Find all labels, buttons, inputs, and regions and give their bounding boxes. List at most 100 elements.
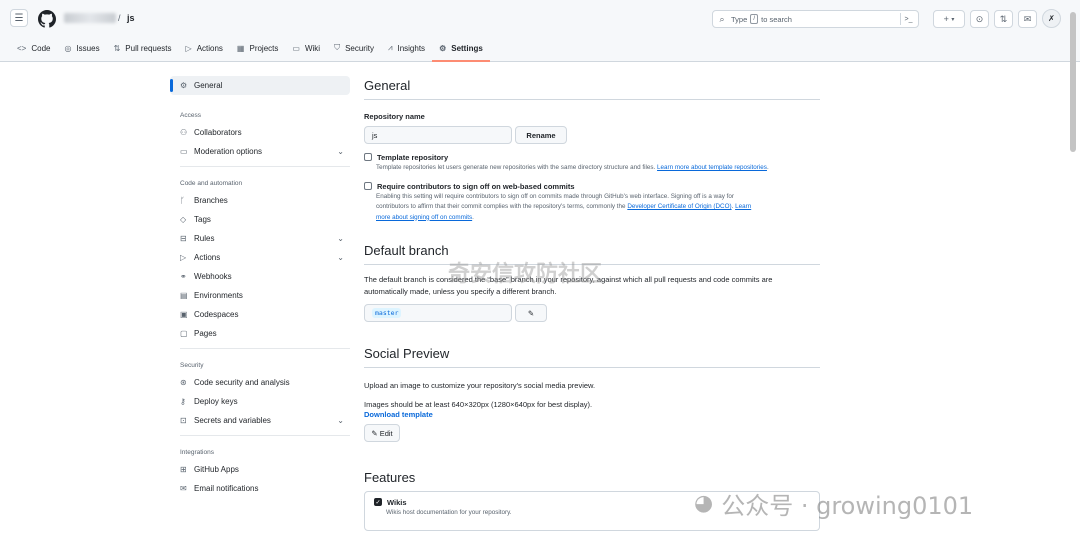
sidebar-item-github-apps[interactable]: ⊞ GitHub Apps [170,460,350,479]
settings-sidebar: ⚙ General Access ⚇ Collaborators ▭ Moder… [170,76,350,498]
tab-wiki[interactable]: ▭ Wiki [285,36,327,60]
sidebar-item-label: Pages [194,329,217,338]
sidebar-item-deploy-keys[interactable]: ⚷ Deploy keys [170,392,350,411]
browser-icon: ▢ [180,329,188,338]
sidebar-section-access: Access [180,112,201,119]
tab-security[interactable]: ⛉ Security [327,36,381,60]
sidebar-item-codespaces[interactable]: ▣ Codespaces [170,305,350,324]
sidebar-divider [180,348,350,349]
webhook-icon: ⚭ [180,272,187,281]
sidebar-item-email-notifications[interactable]: ✉ Email notifications [170,479,350,498]
sidebar-item-actions[interactable]: ▷ Actions ⌄ [170,248,350,267]
repo-name-input[interactable]: js [364,126,512,144]
tab-settings[interactable]: ⚙ Settings [432,36,490,62]
tab-projects[interactable]: ▦ Projects [230,36,285,60]
code-icon: <> [17,43,27,53]
branch-name: master [372,308,402,318]
sidebar-item-label: Environments [194,291,243,300]
sidebar-item-label: Deploy keys [194,397,238,406]
gear-icon: ⚙ [439,43,447,53]
sidebar-item-rules[interactable]: ⊟ Rules ⌄ [170,229,350,248]
wikis-title: Wikis [387,498,407,507]
sidebar-item-label: Actions [194,253,221,262]
sidebar-item-environments[interactable]: ▤ Environments [170,286,350,305]
sidebar-item-moderation[interactable]: ▭ Moderation options ⌄ [170,142,350,161]
general-heading: General [364,78,820,100]
tab-issues[interactable]: ◎ Issues [57,36,106,60]
chevron-down-icon: ⌄ [337,234,344,243]
asterisk-icon: ⊡ [180,416,187,425]
sidebar-item-branches[interactable]: ᚴ Branches [170,191,350,210]
tab-label: Code [31,43,51,53]
chevron-down-icon: ▾ [951,16,955,23]
wikis-checkbox[interactable]: ✓ [374,498,382,506]
social-preview-size-note: Images should be at least 640×320px (128… [364,399,593,409]
chevron-down-icon: ⌄ [337,416,344,425]
sidebar-item-webhooks[interactable]: ⚭ Webhooks [170,267,350,286]
command-palette-icon[interactable]: >_ [900,13,916,25]
watermark-center: 奇安信攻防社区 [448,262,603,287]
create-new-button[interactable]: + ▾ [933,10,965,28]
inbox-icon[interactable]: ✉ [1018,10,1037,28]
menu-icon[interactable]: ☰ [10,9,28,27]
signoff-checkbox[interactable] [364,181,372,190]
wechat-icon: ◕ [694,491,714,516]
signoff-desc-2: contributors to affirm that their commit… [376,203,626,210]
github-logo-icon[interactable] [38,10,56,28]
tab-label: Insights [397,43,426,53]
tab-label: Settings [451,43,483,53]
sidebar-item-label: Collaborators [194,128,242,137]
repo-tabs: <> Code ◎ Issues ⇅ Pull requests ▷ Actions ▦ Proj… [0,36,1080,62]
scrollbar[interactable] [1070,12,1076,152]
tab-pull-requests[interactable]: ⇅ Pull requests [107,36,179,60]
plus-icon: + [943,14,949,24]
pencil-icon: ✎ [371,428,378,438]
tab-label: Security [345,43,374,53]
template-repo-desc: Template repositories let users generate… [376,164,656,171]
top-header: ☰ / js ⌕ Type / to search >_ + ▾ ⊙ ⇅ ✉ ✗… [0,0,1080,62]
search-icon: ⌕ [719,13,725,24]
gear-icon: ⚙ [180,81,188,90]
tab-actions[interactable]: ▷ Actions [179,36,230,60]
sidebar-item-code-security[interactable]: ⊛ Code security and analysis [170,373,350,392]
sidebar-item-label: General [194,81,223,90]
search-input[interactable]: ⌕ Type / to search >_ [712,10,919,28]
key-icon: ⚷ [180,397,186,406]
pull-request-icon: ⇅ [113,43,121,53]
search-placeholder-suffix: to search [761,14,792,24]
tab-code[interactable]: <> Code [10,36,57,60]
shield-icon: ⛉ [334,43,341,52]
rename-button[interactable]: Rename [515,126,567,144]
social-preview-edit-button[interactable]: ✎ Edit [364,424,400,442]
signoff-learn-link-b[interactable]: more about signing off on commits [376,214,472,221]
avatar[interactable]: ✗ [1042,9,1061,28]
sidebar-item-label: Branches [194,196,228,205]
download-template-link[interactable]: Download template [364,410,820,419]
sidebar-item-label: Tags [194,215,211,224]
tag-icon: ◇ [180,215,187,224]
template-repo-learn-link[interactable]: Learn more about template repositories [657,164,767,171]
sidebar-section-code-automation: Code and automation [180,180,243,187]
edit-branch-button[interactable]: ✎ [515,304,547,322]
signoff-title: Require contributors to sign off on web-… [377,181,575,191]
dco-link[interactable]: Developer Certificate of Origin (DCO) [627,203,731,210]
sidebar-divider [180,166,350,167]
sidebar-section-security: Security [180,362,204,369]
sidebar-item-label: Code security and analysis [194,378,290,387]
tab-label: Pull requests [125,43,172,53]
issues-icon[interactable]: ⊙ [970,10,989,28]
signoff-learn-link-a[interactable]: Learn [735,203,751,210]
sidebar-item-pages[interactable]: ▢ Pages [170,324,350,343]
pull-requests-icon[interactable]: ⇅ [994,10,1013,28]
apps-icon: ⊞ [180,465,187,474]
repo-name-link[interactable]: js [127,13,135,23]
owner-name-redacted[interactable] [64,13,116,23]
watermark-bottom-text: 公众号 · growing0101 [721,492,974,520]
sidebar-item-collaborators[interactable]: ⚇ Collaborators [170,123,350,142]
template-repo-checkbox[interactable] [364,153,372,161]
watermark-bottom: ◕ 公众号 · growing0101 [694,486,973,521]
sidebar-item-tags[interactable]: ◇ Tags [170,210,350,229]
sidebar-item-secrets[interactable]: ⊡ Secrets and variables ⌄ [170,411,350,430]
tab-insights[interactable]: ⩘ Insights [381,36,432,60]
sidebar-item-general[interactable]: ⚙ General [170,76,350,95]
